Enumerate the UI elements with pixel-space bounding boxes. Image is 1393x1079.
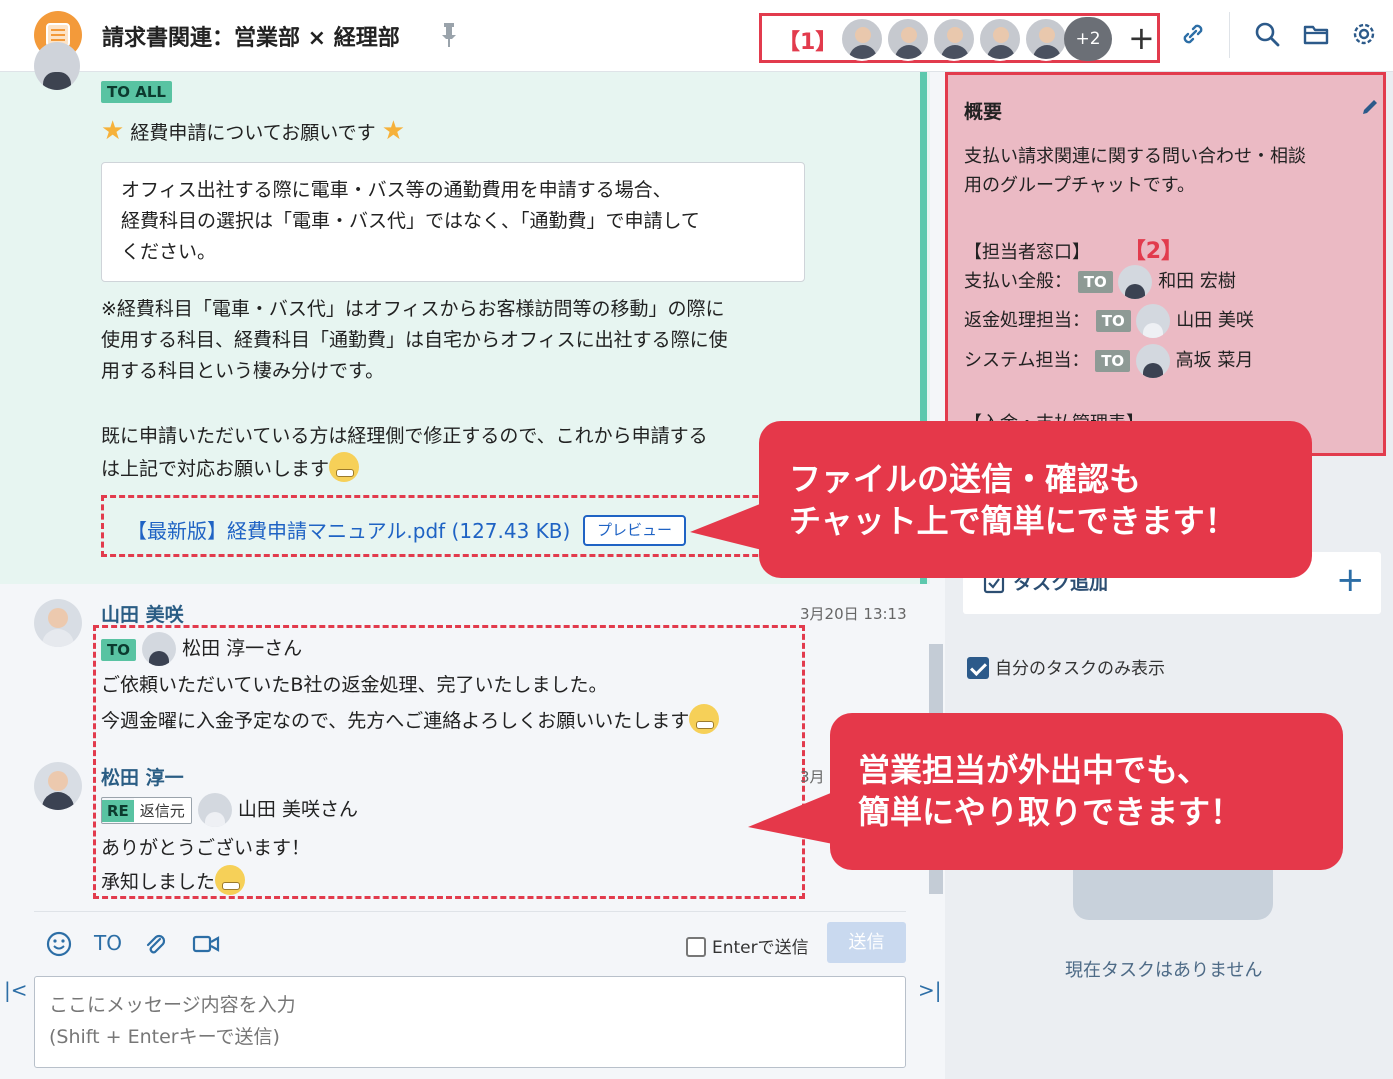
bow-emoji-icon — [689, 704, 720, 734]
composer-divider — [34, 911, 906, 912]
member-avatar[interactable] — [1024, 17, 1068, 61]
search-icon[interactable] — [1253, 20, 1281, 48]
to-badge[interactable]: TO — [1095, 350, 1131, 372]
contact-row: システム担当： TO 高坂 菜月 — [964, 344, 1253, 378]
annotation-label-2: 【2】 — [1123, 239, 1184, 264]
overview-title: 概要 — [964, 101, 1003, 123]
member-avatar[interactable] — [886, 17, 930, 61]
collapse-right-icon[interactable]: >| — [918, 978, 942, 1002]
avatar-matsuda-mini — [142, 632, 177, 666]
overview-panel: 概要 支払い請求関連に関する問い合わせ・相談 用のグループチャットです。 【担当… — [945, 72, 1386, 456]
contact-avatar — [1136, 304, 1171, 338]
room-title: 請求書関連：営業部 × 経理部 — [102, 26, 400, 51]
to-button[interactable]: TO — [94, 931, 122, 955]
avatar[interactable] — [34, 42, 80, 90]
callout-file: ファイルの送信・確認も チャット上で簡単にできます！ — [759, 421, 1312, 578]
folder-icon[interactable] — [1302, 20, 1330, 48]
bow-emoji-icon — [329, 452, 360, 482]
avatar-yamada[interactable] — [34, 599, 82, 647]
star-icon: ★ — [381, 116, 406, 146]
message-timestamp: 3月 — [800, 768, 825, 786]
preview-button[interactable]: プレビュー — [583, 515, 686, 546]
member-list[interactable]: 【1】 +2 + — [759, 13, 1160, 63]
sender-name[interactable]: 松田 淳一 — [101, 763, 184, 790]
contact-row: 返金処理担当： TO 山田 美咲 — [964, 304, 1254, 338]
message-line: 今週金曜に入金予定なので、先方へご連絡よろしくお願いいたします — [101, 704, 720, 734]
annotation-label-1: 【1】 — [778, 30, 838, 55]
more-members-badge[interactable]: +2 — [1064, 17, 1112, 61]
to-badge[interactable]: TO — [1095, 310, 1131, 332]
member-avatar[interactable] — [932, 17, 976, 61]
message-line: ご依頼いただいていたB社の返金処理、完了いたしました。 — [101, 674, 608, 696]
plus-icon[interactable]: + — [1336, 558, 1365, 602]
header-divider — [1229, 12, 1230, 58]
contact-row: 支払い全般： TO 和田 宏樹 — [964, 265, 1236, 299]
star-icon: ★ — [101, 116, 125, 146]
contact-avatar — [1135, 344, 1170, 378]
to-badge: TO — [101, 638, 136, 661]
my-tasks-filter[interactable]: 自分のタスクのみ表示 — [967, 654, 1165, 679]
empty-tasks-label: 現在タスクはありません — [1065, 960, 1263, 981]
message-line: ありがとうございます！ — [101, 837, 311, 859]
message-subject: ★ 経費申請についてお願いです ★ — [101, 116, 406, 146]
add-member-button[interactable]: + — [1128, 20, 1155, 56]
sender-name[interactable]: 山田 美咲 — [101, 600, 184, 627]
message-line: 承知しました — [101, 865, 246, 895]
pin-icon[interactable] — [440, 22, 458, 48]
message-timestamp: 3月20日 13:13 — [800, 605, 907, 623]
contact-avatar — [1118, 265, 1153, 299]
message-input[interactable]: ここにメッセージ内容を入力 (Shift + Enterキーで送信) — [34, 976, 906, 1068]
send-button[interactable]: 送信 — [827, 922, 906, 963]
avatar-matsuda[interactable] — [34, 762, 82, 810]
smile-emoji-icon — [215, 865, 246, 895]
checkbox-checked[interactable] — [967, 657, 989, 679]
quote-block: オフィス出社する際に電車・バス等の通勤費用を申請する場合、 経費科目の選択は「電… — [101, 162, 805, 282]
to-line: TO 松田 淳一さん — [101, 632, 302, 666]
member-avatar[interactable] — [978, 17, 1022, 61]
link-icon[interactable] — [1179, 20, 1207, 48]
avatar-yamada-mini — [197, 793, 232, 827]
chat-header: 請求書関連：営業部 × 経理部 【1】 +2 + — [0, 0, 1393, 72]
reply-line: RE 返信元 山田 美咲さん — [101, 793, 358, 827]
callout-tail — [748, 790, 838, 845]
file-link[interactable]: 【最新版】経費申請マニュアル.pdf (127.43 KB) — [127, 515, 570, 544]
message-closing: 既に申請いただいている方は経理側で修正するので、これから申請する は上記で対応お… — [101, 425, 708, 482]
message-note: ※経費科目「電車・バス代」はオフィスからお客様訪問等の移動」の際に 使用する科目… — [101, 298, 728, 382]
member-avatar[interactable] — [840, 17, 884, 61]
checkbox[interactable] — [686, 937, 706, 957]
reply-badge[interactable]: RE 返信元 — [101, 796, 192, 824]
callout-sales: 営業担当が外出中でも、 簡単にやり取りできます！ — [830, 713, 1343, 870]
attachment-icon[interactable] — [142, 931, 168, 957]
callout-tail — [690, 500, 770, 552]
to-all-badge: TO ALL — [101, 81, 172, 103]
emoji-icon[interactable] — [46, 931, 72, 957]
edit-icon[interactable] — [1360, 97, 1380, 117]
video-icon[interactable] — [192, 931, 220, 957]
collapse-left-icon[interactable]: |< — [4, 978, 28, 1002]
gear-icon[interactable] — [1350, 20, 1378, 48]
to-badge[interactable]: TO — [1077, 271, 1113, 293]
contacts-heading: 【担当者窓口】 【2】 — [964, 239, 1184, 264]
enter-send-toggle[interactable]: Enterで送信 — [686, 933, 809, 958]
overview-description: 支払い請求関連に関する問い合わせ・相談 用のグループチャットです。 — [964, 146, 1306, 196]
